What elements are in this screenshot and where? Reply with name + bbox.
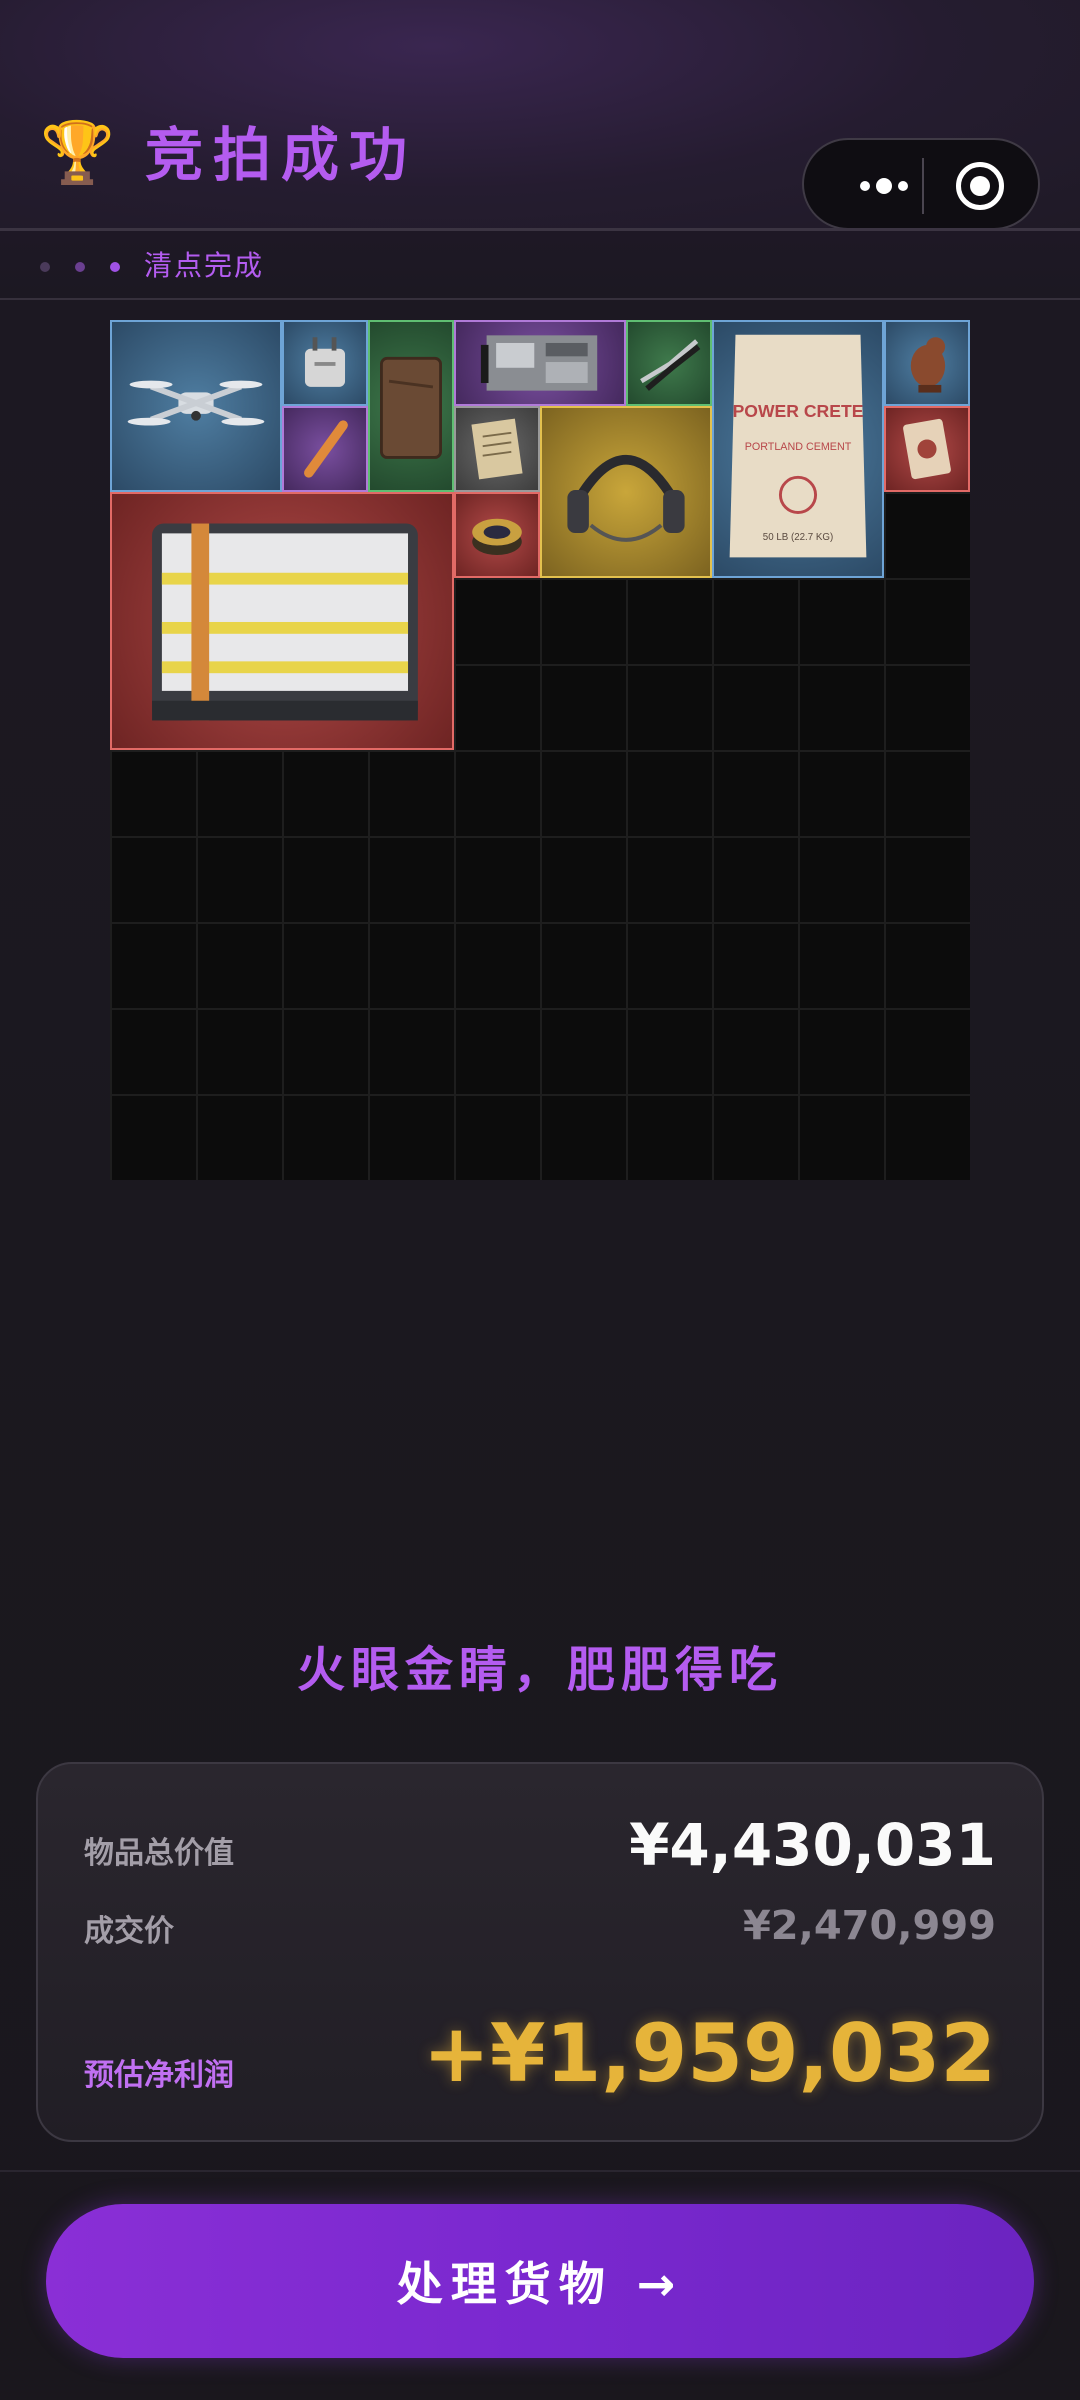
footer-divider: [0, 2170, 1080, 2172]
status-dot-1: [40, 262, 50, 272]
item-bird-figurine[interactable]: [884, 320, 970, 406]
profit-value: +¥1,959,032: [422, 2007, 996, 2100]
header-divider: [0, 228, 1080, 231]
profit-summary-card: 物品总价值 ¥4,430,031 成交价 ¥2,470,999 预估净利润 +¥…: [36, 1762, 1044, 2142]
cement-label-bottom: 50 LB (22.7 KG): [763, 532, 833, 543]
process-goods-label: 处理货物 →: [396, 2257, 684, 2311]
item-old-document[interactable]: [454, 406, 540, 492]
status-divider: [0, 298, 1080, 300]
item-pliers[interactable]: [626, 320, 712, 406]
trophy-icon: 🏆: [40, 118, 115, 188]
status-text: 清点完成: [144, 249, 265, 282]
capsule-divider: [922, 158, 924, 214]
item-headset[interactable]: [540, 406, 712, 578]
item-circuit-board[interactable]: [454, 320, 626, 406]
deal-price-value: ¥2,470,999: [742, 1903, 996, 1949]
item-cement-bag[interactable]: POWER CRETE PORTLAND CEMENT 50 LB (22.7 …: [712, 320, 884, 578]
slogan: 火眼金睛，肥肥得吃: [296, 1642, 783, 1698]
item-drone[interactable]: [110, 320, 282, 492]
status-dot-3: [110, 262, 120, 272]
profit-label: 预估净利润: [84, 2058, 234, 2093]
total-value-label: 物品总价值: [84, 1836, 234, 1871]
cement-label-top: POWER CRETE: [733, 401, 864, 421]
total-value: ¥4,430,031: [629, 1811, 996, 1879]
mini-program-capsule: [802, 138, 1040, 230]
page-title: 竞拍成功: [145, 121, 418, 189]
item-travel-adapter[interactable]: [282, 320, 368, 406]
item-tube[interactable]: [282, 406, 368, 492]
more-dots-icon[interactable]: [834, 158, 934, 214]
status-dot-2: [75, 262, 85, 272]
item-card[interactable]: [884, 406, 970, 492]
header: 🏆 竞拍成功: [0, 0, 1080, 230]
item-caviar-tin[interactable]: [454, 492, 540, 578]
cement-label-mid: PORTLAND CEMENT: [745, 441, 852, 453]
inventory-grid: POWER CRETE PORTLAND CEMENT 50 LB (22.7 …: [110, 320, 970, 1180]
item-battery-pack[interactable]: [110, 492, 454, 750]
target-icon[interactable]: [956, 162, 1004, 210]
process-goods-button[interactable]: 处理货物 →: [46, 2204, 1034, 2358]
status-bar: 清点完成: [0, 232, 1080, 300]
deal-price-label: 成交价: [84, 1914, 174, 1949]
item-leather-journal[interactable]: [368, 320, 454, 492]
